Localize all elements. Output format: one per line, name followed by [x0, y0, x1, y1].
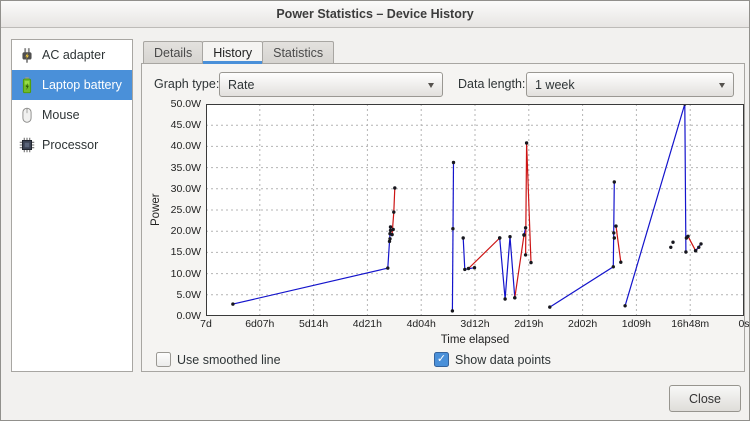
- y-tick-label: 40.0W: [171, 140, 201, 152]
- power-statistics-window: Power Statistics – Device History AC ada…: [0, 0, 750, 421]
- sidebar-item-laptop-battery[interactable]: Laptop battery: [12, 70, 132, 100]
- y-tick-label: 20.0W: [171, 225, 201, 237]
- mouse-icon: [17, 105, 37, 125]
- battery-icon: [17, 75, 37, 95]
- x-tick-label: 0s: [738, 318, 749, 330]
- chevron-down-icon: [428, 83, 434, 88]
- smoothed-line-label: Use smoothed line: [177, 353, 281, 367]
- sidebar-item-label: Mouse: [42, 108, 80, 122]
- tab-label: Details: [154, 46, 192, 60]
- sidebar-item-mouse[interactable]: Mouse: [12, 100, 132, 130]
- y-axis-label: Power: [148, 104, 164, 316]
- data-length-select[interactable]: 1 week: [526, 72, 734, 97]
- chevron-down-icon: [719, 83, 725, 88]
- sidebar-item-label: Processor: [42, 138, 98, 152]
- y-tick-label: 30.0W: [171, 183, 201, 195]
- y-tick-label: 15.0W: [171, 246, 201, 258]
- sidebar-item-ac-adapter[interactable]: AC adapter: [12, 40, 132, 70]
- x-tick-label: 6d07h: [245, 318, 274, 330]
- history-tab-panel: Graph type: Rate Data length: 1 week Pow…: [141, 63, 745, 372]
- y-tick-label: 50.0W: [171, 98, 201, 110]
- x-tick-label: 1d09h: [622, 318, 651, 330]
- y-tick-label: 5.0W: [176, 289, 201, 301]
- tab-details[interactable]: Details: [143, 41, 203, 63]
- data-length-value: 1 week: [535, 78, 575, 92]
- y-tick-label: 45.0W: [171, 119, 201, 131]
- x-tick-label: 2d02h: [568, 318, 597, 330]
- show-data-points-checkbox-row[interactable]: Show data points: [434, 352, 551, 367]
- smoothed-line-checkbox[interactable]: [156, 352, 171, 367]
- power-history-plot: [206, 104, 744, 316]
- sidebar-item-processor[interactable]: Processor: [12, 130, 132, 160]
- data-length-label: Data length:: [458, 77, 525, 91]
- x-axis-ticks: 7d6d07h5d14h4d21h4d04h3d12h2d19h2d02h1d0…: [206, 316, 744, 332]
- show-data-points-label: Show data points: [455, 353, 551, 367]
- x-tick-label: 7d: [200, 318, 212, 330]
- device-list: AC adapter Laptop battery M: [11, 39, 133, 372]
- y-tick-label: 0.0W: [176, 310, 201, 322]
- tab-label: History: [213, 46, 252, 60]
- graph-type-select[interactable]: Rate: [219, 72, 443, 97]
- x-tick-label: 2d19h: [514, 318, 543, 330]
- graph-type-label: Graph type:: [154, 77, 219, 91]
- close-button[interactable]: Close: [669, 385, 741, 412]
- tab-statistics[interactable]: Statistics: [262, 41, 334, 63]
- x-tick-label: 4d04h: [407, 318, 436, 330]
- graph-type-value: Rate: [228, 78, 254, 92]
- x-tick-label: 4d21h: [353, 318, 382, 330]
- show-data-points-checkbox[interactable]: [434, 352, 449, 367]
- sidebar-item-label: AC adapter: [42, 48, 105, 62]
- smoothed-line-checkbox-row[interactable]: Use smoothed line: [156, 352, 281, 367]
- sidebar-item-label: Laptop battery: [42, 78, 122, 92]
- tab-history[interactable]: History: [202, 41, 263, 64]
- x-tick-label: 5d14h: [299, 318, 328, 330]
- plot-area: [206, 104, 744, 316]
- device-notebook: Details History Statistics Graph type: R…: [141, 39, 745, 372]
- window-title: Power Statistics – Device History: [276, 7, 473, 21]
- tab-bar: Details History Statistics: [141, 39, 745, 63]
- y-tick-label: 10.0W: [171, 268, 201, 280]
- x-tick-label: 16h48m: [671, 318, 709, 330]
- ac-adapter-icon: [17, 45, 37, 65]
- titlebar[interactable]: Power Statistics – Device History: [1, 1, 749, 28]
- y-axis-ticks: 50.0W45.0W40.0W35.0W30.0W25.0W20.0W15.0W…: [164, 104, 206, 316]
- history-chart: Power 50.0W45.0W40.0W35.0W30.0W25.0W20.0…: [148, 104, 744, 348]
- y-tick-label: 35.0W: [171, 162, 201, 174]
- x-axis-label: Time elapsed: [206, 332, 744, 348]
- tab-label: Statistics: [273, 46, 323, 60]
- processor-icon: [17, 135, 37, 155]
- x-tick-label: 3d12h: [460, 318, 489, 330]
- y-tick-label: 25.0W: [171, 204, 201, 216]
